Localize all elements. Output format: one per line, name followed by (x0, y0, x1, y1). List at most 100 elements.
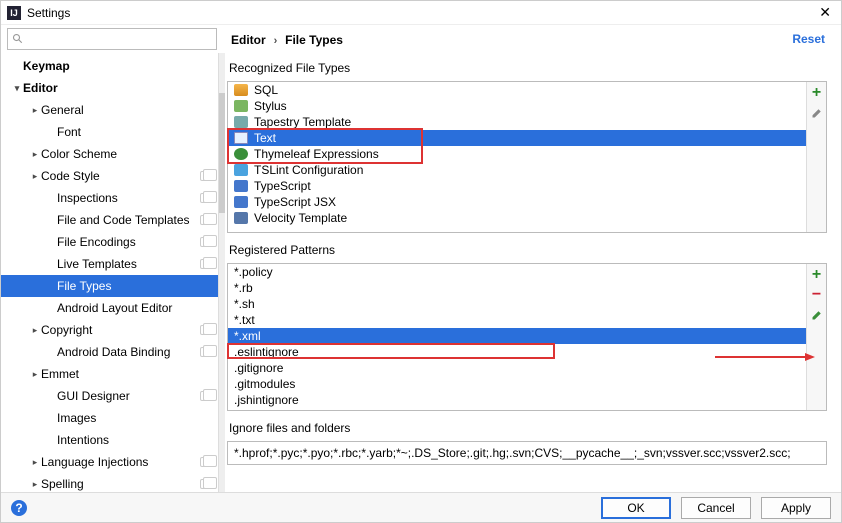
pattern-row[interactable]: .eslintignore (228, 344, 806, 360)
pattern-label: .eslintignore (234, 345, 299, 359)
reset-link[interactable]: Reset (792, 32, 825, 46)
file-type-row[interactable]: TSLint Configuration (228, 162, 806, 178)
pattern-label: .jshintignore (234, 393, 299, 407)
file-type-icon (234, 196, 248, 208)
scheme-icon (200, 457, 212, 467)
sidebar-scrollbar[interactable] (219, 53, 225, 492)
toolbar: Editor › File Types Reset (1, 25, 841, 53)
tree-item-label: Emmet (41, 367, 212, 381)
tree-item-android-data-binding[interactable]: Android Data Binding (1, 341, 218, 363)
pattern-label: .gitignore (234, 361, 283, 375)
tree-item-label: General (41, 103, 212, 117)
tree-item-label: Live Templates (57, 257, 200, 271)
tree-item-editor[interactable]: ▾Editor (1, 77, 218, 99)
chevron-icon: ▾ (11, 83, 23, 94)
file-type-icon (234, 212, 248, 224)
pattern-row[interactable]: *.policy (228, 264, 806, 280)
file-type-row[interactable]: SQL (228, 82, 806, 98)
tree-item-gui-designer[interactable]: GUI Designer (1, 385, 218, 407)
help-icon[interactable]: ? (11, 500, 27, 516)
tree-item-intentions[interactable]: Intentions (1, 429, 218, 451)
tree-item-label: Android Layout Editor (57, 301, 212, 315)
tree-item-file-types[interactable]: File Types (1, 275, 218, 297)
pattern-row[interactable]: .gitmodules (228, 376, 806, 392)
pattern-row[interactable]: *.xml (228, 328, 806, 344)
tree-item-code-style[interactable]: ▸Code Style (1, 165, 218, 187)
breadcrumb-root: Editor (231, 33, 266, 47)
content-panel: Recognized File Types SQLStylusTapestry … (219, 53, 841, 493)
tree-item-general[interactable]: ▸General (1, 99, 218, 121)
file-type-row[interactable]: Thymeleaf Expressions (228, 146, 806, 162)
breadcrumb-leaf: File Types (285, 33, 343, 47)
file-type-row[interactable]: Tapestry Template (228, 114, 806, 130)
apply-button[interactable]: Apply (761, 497, 831, 519)
file-type-icon (234, 164, 248, 176)
registered-patterns-list[interactable]: *.policy*.rb*.sh*.txt*.xml.eslintignore.… (227, 263, 827, 411)
edit-pattern-button[interactable] (810, 308, 824, 322)
chevron-icon: ▸ (29, 369, 41, 380)
edit-file-type-button[interactable] (810, 106, 824, 120)
tree-item-file-and-code-templates[interactable]: File and Code Templates (1, 209, 218, 231)
add-file-type-button[interactable]: + (810, 86, 824, 100)
pattern-row[interactable]: *.sh (228, 296, 806, 312)
scheme-icon (200, 171, 212, 181)
ignore-label: Ignore files and folders (229, 421, 837, 435)
tree-item-label: Font (57, 125, 212, 139)
tree-item-inspections[interactable]: Inspections (1, 187, 218, 209)
add-pattern-button[interactable]: + (810, 268, 824, 282)
scheme-icon (200, 193, 212, 203)
file-type-row[interactable]: TypeScript JSX (228, 194, 806, 210)
tree-item-label: File and Code Templates (57, 213, 200, 227)
cancel-button[interactable]: Cancel (681, 497, 751, 519)
tree-item-copyright[interactable]: ▸Copyright (1, 319, 218, 341)
registered-title: Registered Patterns (229, 243, 837, 257)
pattern-row[interactable]: .jshintignore (228, 392, 806, 408)
search-input[interactable] (28, 32, 212, 46)
close-icon[interactable]: ✕ (815, 4, 835, 21)
pattern-label: *.policy (234, 265, 273, 279)
file-type-row[interactable]: Stylus (228, 98, 806, 114)
file-type-label: Thymeleaf Expressions (254, 147, 379, 161)
scheme-icon (200, 479, 212, 489)
tree-item-label: Editor (23, 81, 212, 95)
scheme-icon (200, 391, 212, 401)
file-type-row[interactable]: Velocity Template (228, 210, 806, 226)
tree-item-label: Color Scheme (41, 147, 212, 161)
pattern-label: *.sh (234, 297, 255, 311)
file-type-row[interactable]: TypeScript (228, 178, 806, 194)
scheme-icon (200, 347, 212, 357)
recognized-file-types-list[interactable]: SQL StylusTapestry TemplateTextThymeleaf … (227, 81, 827, 233)
tree-item-spelling[interactable]: ▸Spelling (1, 473, 218, 493)
pattern-row[interactable]: *.txt (228, 312, 806, 328)
patterns-toolbar: + − (806, 264, 826, 410)
tree-item-images[interactable]: Images (1, 407, 218, 429)
tree-item-file-encodings[interactable]: File Encodings (1, 231, 218, 253)
tree-item-label: Keymap (23, 59, 212, 73)
tree-item-label: File Encodings (57, 235, 200, 249)
file-type-label: TSLint Configuration (254, 163, 363, 177)
pattern-row[interactable]: .gitignore (228, 360, 806, 376)
settings-tree[interactable]: Keymap▾Editor▸GeneralFont▸Color Scheme▸C… (1, 53, 219, 493)
remove-pattern-button[interactable]: − (810, 288, 824, 302)
ok-button[interactable]: OK (601, 497, 671, 519)
dialog-footer: ? OK Cancel Apply (1, 492, 841, 522)
tree-item-android-layout-editor[interactable]: Android Layout Editor (1, 297, 218, 319)
file-type-row[interactable]: Text (228, 130, 806, 146)
ignore-input[interactable] (227, 441, 827, 465)
file-type-label: SQL (254, 83, 278, 97)
file-type-label: Stylus (254, 99, 287, 113)
tree-item-color-scheme[interactable]: ▸Color Scheme (1, 143, 218, 165)
file-type-icon (234, 132, 248, 144)
tree-item-label: Android Data Binding (57, 345, 200, 359)
scheme-icon (200, 325, 212, 335)
chevron-right-icon: › (274, 35, 278, 47)
tree-item-font[interactable]: Font (1, 121, 218, 143)
search-box[interactable] (7, 28, 217, 50)
tree-item-label: Spelling (41, 477, 200, 491)
scheme-icon (200, 259, 212, 269)
tree-item-keymap[interactable]: Keymap (1, 55, 218, 77)
tree-item-live-templates[interactable]: Live Templates (1, 253, 218, 275)
tree-item-language-injections[interactable]: ▸Language Injections (1, 451, 218, 473)
pattern-row[interactable]: *.rb (228, 280, 806, 296)
tree-item-emmet[interactable]: ▸Emmet (1, 363, 218, 385)
